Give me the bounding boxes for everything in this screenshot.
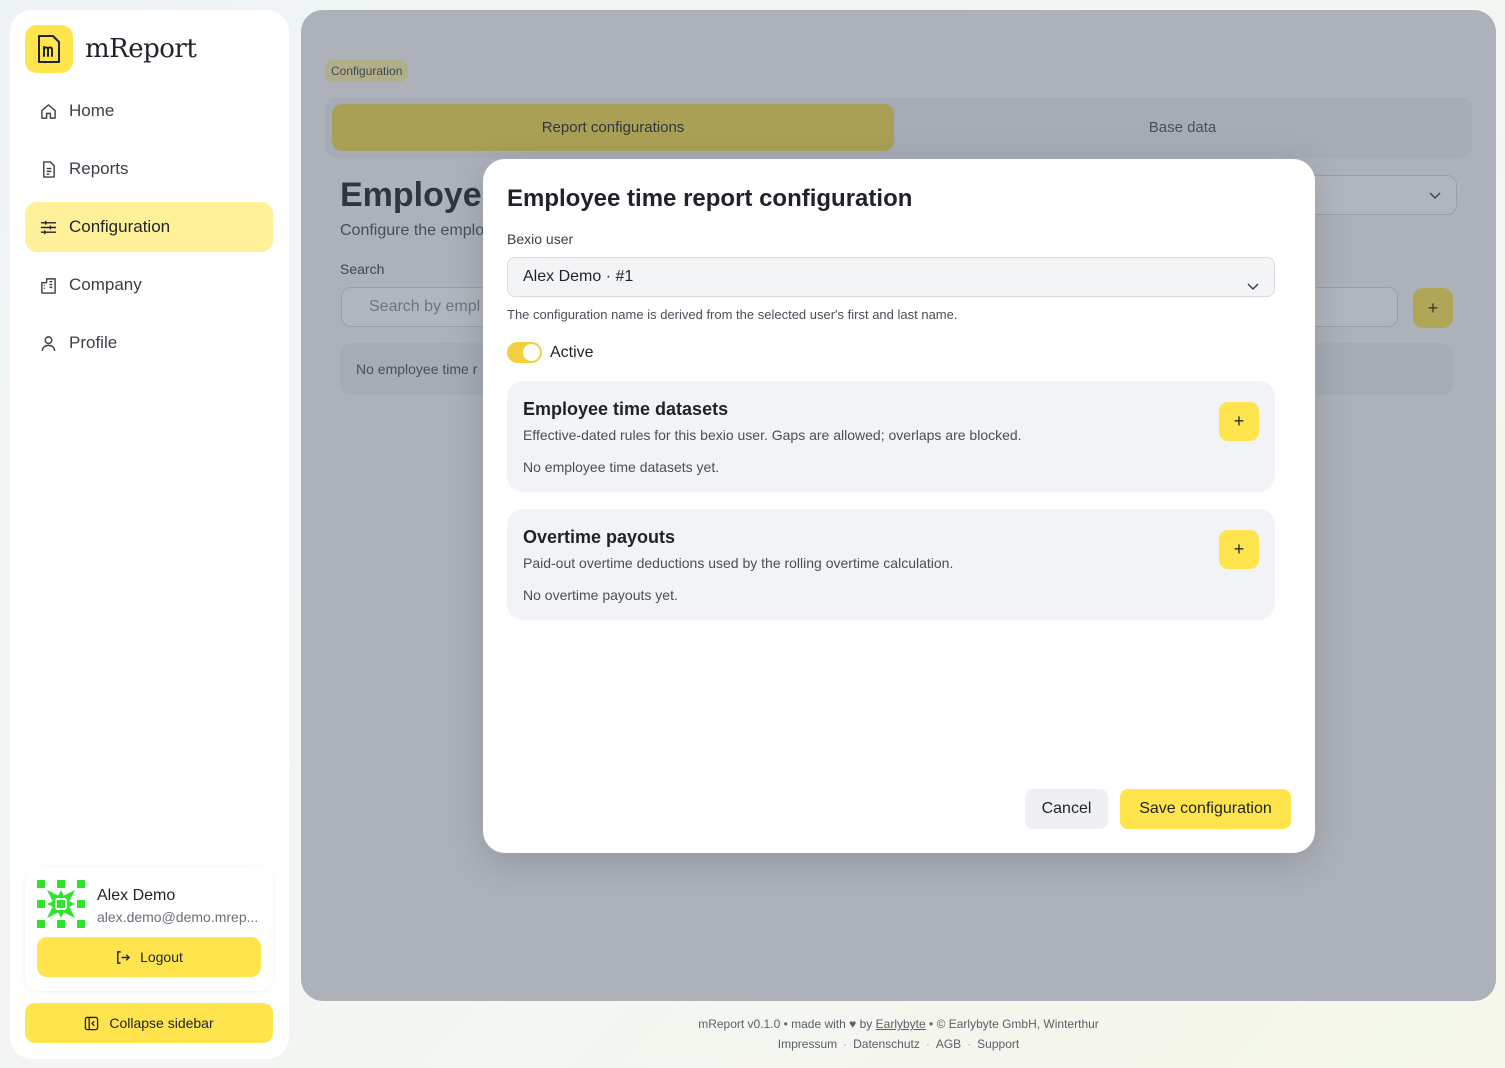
sliders-icon: [39, 218, 57, 236]
collapse-sidebar-label: Collapse sidebar: [109, 1015, 214, 1031]
earlybyte-link[interactable]: Earlybyte: [876, 1017, 926, 1031]
sidebar-item-profile[interactable]: Profile: [25, 318, 273, 368]
separator: ·: [843, 1037, 848, 1051]
configuration-name-hint: The configuration name is derived from t…: [507, 307, 958, 322]
sidebar: mReport Home Reports Configuration Compa…: [10, 10, 289, 1059]
agb-link[interactable]: AGB: [936, 1037, 961, 1051]
plus-icon: +: [1233, 411, 1245, 431]
sidebar-item-label: Company: [69, 275, 142, 294]
chevron-down-icon: [1246, 270, 1260, 308]
section-title: Employee time datasets: [523, 399, 729, 419]
sidebar-item-label: Profile: [69, 333, 118, 352]
add-payout-button[interactable]: +: [1219, 530, 1259, 569]
footer-by: by: [859, 1017, 873, 1031]
cancel-button[interactable]: Cancel: [1025, 789, 1108, 829]
brand-name: mReport: [85, 34, 197, 64]
heart-icon: ♥: [849, 1017, 857, 1031]
datenschutz-link[interactable]: Datenschutz: [853, 1037, 920, 1051]
footer-prefix: mReport v0.1.0 • made with: [698, 1017, 846, 1031]
plus-icon: +: [1233, 539, 1245, 559]
document-icon: [39, 160, 57, 178]
support-link[interactable]: Support: [977, 1037, 1019, 1051]
configuration-dialog: Employee time report configuration Bexio…: [483, 159, 1315, 853]
logout-button[interactable]: Logout: [37, 937, 261, 977]
user-email: alex.demo@demo.mrep...: [97, 909, 259, 925]
avatar: [37, 880, 85, 928]
logo-icon: [25, 25, 73, 73]
brand[interactable]: mReport: [25, 25, 197, 73]
sidebar-item-label: Reports: [69, 159, 129, 178]
user-icon: [39, 334, 57, 352]
sidebar-item-label: Home: [69, 101, 115, 120]
sidebar-item-home[interactable]: Home: [25, 86, 273, 136]
bexio-user-select[interactable]: Alex Demo · #1: [507, 257, 1275, 297]
add-dataset-button[interactable]: +: [1219, 402, 1259, 441]
logout-icon: [115, 950, 131, 965]
logout-label: Logout: [140, 949, 183, 965]
impressum-link[interactable]: Impressum: [778, 1037, 837, 1051]
bexio-user-label: Bexio user: [507, 231, 574, 247]
footer-links: Impressum · Datenschutz · AGB · Support: [301, 1036, 1496, 1052]
sidebar-nav: Home Reports Configuration Company Profi…: [25, 86, 273, 376]
separator: ·: [925, 1037, 930, 1051]
employee-time-datasets-section: Employee time datasets Effective-dated r…: [507, 381, 1275, 492]
sidebar-collapse-icon: [84, 1016, 99, 1031]
home-icon: [39, 102, 57, 120]
sidebar-item-configuration[interactable]: Configuration: [25, 202, 273, 252]
sidebar-item-label: Configuration: [69, 217, 171, 236]
save-configuration-button[interactable]: Save configuration: [1120, 789, 1291, 829]
footer: mReport v0.1.0 • made with ♥ by Earlybyt…: [301, 1016, 1496, 1052]
user-name: Alex Demo: [97, 887, 176, 904]
sidebar-item-company[interactable]: Company: [25, 260, 273, 310]
building-icon: [39, 276, 57, 294]
footer-credits: mReport v0.1.0 • made with ♥ by Earlybyt…: [301, 1016, 1496, 1032]
dialog-title: Employee time report configuration: [507, 185, 913, 212]
user-card: Alex Demo alex.demo@demo.mrep... Logout: [25, 867, 273, 991]
footer-suffix: • © Earlybyte GmbH, Winterthur: [929, 1017, 1099, 1031]
sidebar-item-reports[interactable]: Reports: [25, 144, 273, 194]
bexio-user-value: Alex Demo · #1: [523, 268, 634, 285]
separator: ·: [967, 1037, 972, 1051]
active-label: Active: [550, 344, 594, 361]
section-description: Effective-dated rules for this bexio use…: [523, 427, 1022, 443]
overtime-payouts-section: Overtime payouts Paid-out overtime deduc…: [507, 509, 1275, 620]
toggle-knob: [523, 344, 540, 361]
section-description: Paid-out overtime deductions used by the…: [523, 555, 954, 571]
section-empty-state: No overtime payouts yet.: [523, 587, 678, 603]
collapse-sidebar-button[interactable]: Collapse sidebar: [25, 1003, 273, 1043]
section-empty-state: No employee time datasets yet.: [523, 459, 720, 475]
active-toggle[interactable]: [507, 342, 542, 363]
section-title: Overtime payouts: [523, 527, 676, 547]
